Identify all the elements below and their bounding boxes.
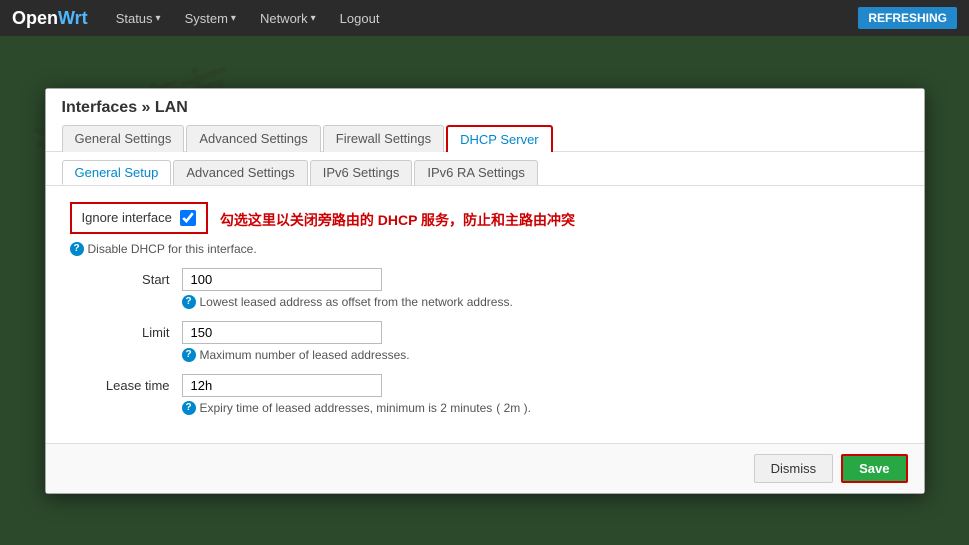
limit-label: Limit: [70, 321, 170, 340]
help-icon-limit: ?: [182, 348, 196, 362]
sub-tab-advanced-settings[interactable]: Advanced Settings: [173, 160, 307, 185]
brand-logo: OpenWrt: [12, 8, 88, 29]
help-icon-lease: ?: [182, 401, 196, 415]
ignore-interface-box: Ignore interface: [70, 202, 208, 234]
disable-dhcp-help: ? Disable DHCP for this interface.: [70, 242, 900, 256]
modal-body: Ignore interface 勾选这里以关闭旁路由的 DHCP 服务，防止和…: [46, 186, 924, 443]
limit-row: Limit: [70, 321, 900, 344]
lease-time-input[interactable]: [182, 374, 382, 397]
help-icon: ?: [70, 242, 84, 256]
ignore-interface-section: Ignore interface 勾选这里以关闭旁路由的 DHCP 服务，防止和…: [70, 202, 900, 238]
chevron-down-icon: ▾: [156, 13, 161, 24]
nav-logout[interactable]: Logout: [336, 11, 384, 26]
modal-title: Interfaces » LAN: [62, 99, 908, 117]
start-row: Start: [70, 268, 900, 291]
nav-system[interactable]: System ▾: [181, 11, 240, 26]
modal-overlay: Interfaces » LAN General Settings Advanc…: [0, 36, 969, 545]
tab-dhcp-server[interactable]: DHCP Server: [446, 125, 553, 152]
tab-advanced-settings[interactable]: Advanced Settings: [186, 125, 320, 152]
modal-dialog: Interfaces » LAN General Settings Advanc…: [45, 88, 925, 494]
help-icon-start: ?: [182, 295, 196, 309]
lease-hint: ? Expiry time of leased addresses, minim…: [182, 401, 900, 415]
annotation-text: 勾选这里以关闭旁路由的 DHCP 服务，防止和主路由冲突: [220, 210, 575, 230]
sub-tabs-bar: General Setup Advanced Settings IPv6 Set…: [46, 152, 924, 186]
nav-network[interactable]: Network ▾: [256, 11, 320, 26]
lease-time-row: Lease time: [70, 374, 900, 397]
start-label: Start: [70, 268, 170, 287]
sub-tab-ipv6-ra-settings[interactable]: IPv6 RA Settings: [414, 160, 538, 185]
chevron-down-icon: ▾: [231, 13, 236, 24]
tab-firewall-settings[interactable]: Firewall Settings: [323, 125, 444, 152]
limit-hint: ? Maximum number of leased addresses.: [182, 348, 900, 362]
start-hint: ? Lowest leased address as offset from t…: [182, 295, 900, 309]
lease-time-label: Lease time: [70, 374, 170, 393]
modal-tabs: General Settings Advanced Settings Firew…: [62, 125, 908, 152]
tab-general-settings[interactable]: General Settings: [62, 125, 185, 152]
ignore-interface-checkbox[interactable]: [180, 210, 196, 226]
navbar: OpenWrt Status ▾ System ▾ Network ▾ Logo…: [0, 0, 969, 36]
sub-tab-general-setup[interactable]: General Setup: [62, 160, 172, 185]
nav-status[interactable]: Status ▾: [112, 11, 165, 26]
sub-tab-ipv6-settings[interactable]: IPv6 Settings: [310, 160, 413, 185]
save-button[interactable]: Save: [841, 454, 907, 483]
limit-input[interactable]: [182, 321, 382, 344]
dismiss-button[interactable]: Dismiss: [754, 454, 834, 483]
start-input[interactable]: [182, 268, 382, 291]
refreshing-button[interactable]: REFRESHING: [858, 7, 957, 29]
modal-header: Interfaces » LAN General Settings Advanc…: [46, 89, 924, 152]
chevron-down-icon: ▾: [311, 13, 316, 24]
ignore-interface-label: Ignore interface: [82, 210, 172, 225]
modal-footer: Dismiss Save: [46, 443, 924, 493]
